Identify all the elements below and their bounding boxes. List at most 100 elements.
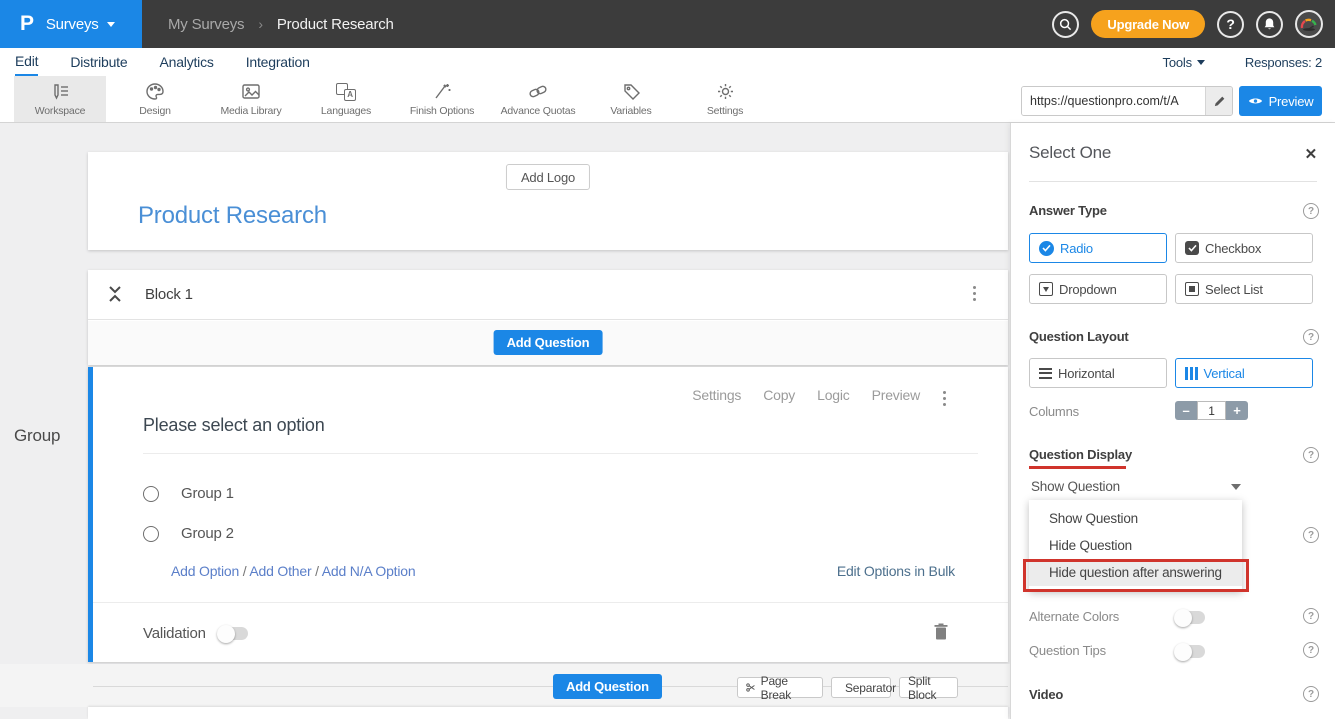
toolbar-item-media-library[interactable]: Media Library [206, 76, 296, 122]
question-logic-link[interactable]: Logic [817, 387, 849, 403]
survey-url-group [1021, 86, 1233, 116]
menu-item-hide-question-after-answering[interactable]: Hide question after answering [1029, 559, 1242, 586]
tab-edit[interactable]: Edit [15, 48, 38, 76]
question-preview-link[interactable]: Preview [872, 387, 920, 403]
preview-button[interactable]: Preview [1239, 86, 1322, 116]
answer-type-dropdown-button[interactable]: Dropdown [1029, 274, 1167, 304]
option-row-1: Group 1 [143, 485, 234, 502]
toolbar-item-design[interactable]: Design [122, 76, 188, 122]
question-display-selected-value: Show Question [1031, 479, 1120, 494]
option-label-2[interactable]: Group 2 [181, 525, 234, 542]
trash-icon [934, 623, 948, 640]
breadcrumb-separator: › [258, 16, 262, 32]
answer-type-radio-button[interactable]: Radio [1029, 233, 1167, 263]
breadcrumb: My Surveys › Product Research [168, 0, 394, 48]
menu-item-hide-question[interactable]: Hide Question [1029, 532, 1242, 559]
survey-canvas: Add Logo Product Research Block 1 Add Qu… [0, 123, 1010, 719]
add-question-button-bottom[interactable]: Add Question [553, 674, 662, 699]
collapse-block-icon[interactable] [108, 285, 122, 303]
alternate-colors-help-icon[interactable]: ? [1303, 608, 1319, 624]
close-panel-button[interactable]: ✕ [1305, 145, 1317, 163]
chevron-down-icon [1231, 484, 1241, 490]
panel-title: Select One [1029, 143, 1111, 163]
question-menu-button[interactable] [939, 387, 950, 410]
add-other-link[interactable]: Add Other [249, 563, 311, 579]
page-break-button[interactable]: Page Break [737, 677, 823, 698]
tab-integration[interactable]: Integration [246, 48, 310, 76]
upgrade-now-button[interactable]: Upgrade Now [1091, 10, 1205, 38]
nav-tab-bar: Edit Distribute Analytics Integration To… [0, 48, 1335, 76]
eye-icon [1248, 96, 1263, 106]
answer-type-select-list-button[interactable]: Select List [1175, 274, 1313, 304]
help-button[interactable]: ? [1217, 11, 1244, 38]
video-help-icon[interactable]: ? [1303, 686, 1319, 702]
add-option-link[interactable]: Add Option [171, 563, 239, 579]
checkbox-icon [1185, 241, 1199, 255]
answer-type-label: Answer Type [1029, 203, 1107, 218]
app-menu-surveys[interactable]: Surveys [46, 16, 99, 33]
radio-option-2[interactable] [143, 526, 159, 542]
tab-analytics[interactable]: Analytics [159, 48, 213, 76]
notifications-button[interactable] [1256, 11, 1283, 38]
top-bar: P Surveys My Surveys › Product Research … [0, 0, 1335, 48]
question-layout-help-icon[interactable]: ? [1303, 329, 1319, 345]
divider [93, 602, 1008, 603]
toolbar-item-workspace[interactable]: Workspace [14, 76, 106, 122]
delete-question-button[interactable] [934, 623, 948, 640]
layout-vertical-button[interactable]: Vertical [1175, 358, 1313, 388]
toolbar-item-languages[interactable]: A Languages [310, 76, 382, 122]
add-question-button-top[interactable]: Add Question [494, 330, 603, 355]
toolbar-item-finish-options[interactable]: Finish Options [398, 76, 486, 122]
tools-menu[interactable]: Tools [1163, 55, 1205, 70]
question-tips-help-icon[interactable]: ? [1303, 642, 1319, 658]
option-label-1[interactable]: Group 1 [181, 485, 234, 502]
tab-distribute[interactable]: Distribute [70, 48, 127, 76]
answer-type-checkbox-button[interactable]: Checkbox [1175, 233, 1313, 263]
split-block-button[interactable]: Split Block [899, 677, 958, 698]
question-copy-link[interactable]: Copy [763, 387, 795, 403]
block-title[interactable]: Block 1 [145, 286, 193, 303]
separator-button[interactable]: Separator [831, 677, 891, 698]
block-card: Block 1 Add Question [88, 270, 1008, 365]
answer-type-help-icon[interactable]: ? [1303, 203, 1319, 219]
question-settings-link[interactable]: Settings [692, 387, 741, 403]
question-tips-toggle[interactable] [1175, 645, 1205, 658]
columns-value[interactable]: 1 [1197, 401, 1226, 420]
edit-options-in-bulk-link[interactable]: Edit Options in Bulk [837, 563, 955, 579]
breadcrumb-current: Product Research [277, 16, 394, 33]
radio-selected-icon [1039, 241, 1054, 256]
edit-url-button[interactable] [1205, 87, 1232, 115]
block-menu-button[interactable] [969, 282, 980, 305]
layout-horizontal-button[interactable]: Horizontal [1029, 358, 1167, 388]
survey-url-input[interactable] [1022, 87, 1205, 115]
columns-increment-button[interactable]: + [1226, 401, 1248, 420]
app-switcher[interactable]: P Surveys [0, 0, 142, 48]
radio-option-1[interactable] [143, 486, 159, 502]
avatar[interactable] [1295, 10, 1323, 38]
question-display-select[interactable]: Show Question [1031, 478, 1241, 498]
question-card: Settings Copy Logic Preview Please selec… [88, 367, 1008, 662]
hidden-row-help-icon[interactable]: ? [1303, 527, 1319, 543]
breadcrumb-my-surveys[interactable]: My Surveys [168, 16, 244, 33]
survey-title[interactable]: Product Research [138, 202, 327, 230]
toolbar-item-advance-quotas[interactable]: Advance Quotas [490, 76, 586, 122]
add-logo-button[interactable]: Add Logo [506, 164, 590, 190]
scissors-icon [746, 682, 756, 693]
validation-label: Validation [143, 625, 206, 642]
vertical-bars-icon [1185, 367, 1198, 380]
gear-icon [714, 82, 736, 102]
question-display-help-icon[interactable]: ? [1303, 447, 1319, 463]
question-title[interactable]: Please select an option [143, 415, 325, 436]
block-footer: Add Question Page Break Separator Split … [0, 664, 1010, 707]
responses-count[interactable]: Responses: 2 [1245, 55, 1322, 70]
toolbar-item-settings[interactable]: Settings [692, 76, 758, 122]
alternate-colors-toggle[interactable] [1175, 611, 1205, 624]
horizontal-lines-icon [1039, 368, 1052, 379]
add-na-option-link[interactable]: Add N/A Option [322, 563, 416, 579]
translate-icon: A [335, 82, 357, 102]
validation-toggle[interactable] [218, 627, 248, 640]
toolbar-item-variables[interactable]: Variables [596, 76, 666, 122]
columns-decrement-button[interactable]: – [1175, 401, 1197, 420]
search-button[interactable] [1052, 11, 1079, 38]
menu-item-show-question[interactable]: Show Question [1029, 505, 1242, 532]
